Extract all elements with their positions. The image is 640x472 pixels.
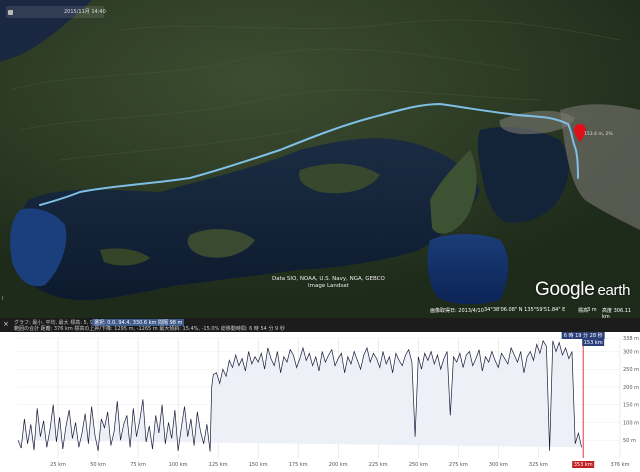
x-tick-label: 275 km (449, 462, 468, 468)
range-stats-text: 範囲の合計 距離: 376 km 標高の上昇/下降: 1295 m, -1265… (14, 326, 285, 332)
y-tick-label: 200 m (623, 385, 639, 391)
timestamp-slider[interactable]: 2015/11月 14:40 (6, 6, 106, 18)
elevation-profile-panel: × グラフ: 最小, 平均, 最大 標高: 5, 99, 338 m 選択: 0… (0, 318, 640, 472)
y-tick-label: 150 m (623, 403, 639, 409)
svg-text:353 km: 353 km (574, 462, 593, 468)
cursor-value-badge: 153 km (582, 339, 605, 346)
x-tick-label: 100 km (169, 462, 188, 468)
x-tick-label: 150 km (249, 462, 268, 468)
x-tick-label: 300 km (489, 462, 508, 468)
cursor-coordinates: 34°38'06.08" N 135°59'51.84" E (484, 307, 566, 313)
svg-text:153 km: 153 km (584, 340, 603, 346)
attribution-line-1: Data SIO, NOAA, U.S. Navy, NGA, GEBCO (272, 276, 385, 282)
elevation-value: 3 m (587, 307, 597, 313)
x-tick-label: 25 km (50, 462, 66, 468)
x-tick-label: 376 km (611, 462, 630, 468)
x-tick-label: 125 km (209, 462, 228, 468)
y-tick-label: 338 m (623, 336, 639, 342)
attribution-line-2: Image Landsat (308, 283, 349, 289)
google-earth-logo: Google earth (535, 279, 630, 301)
logo-brand: Google (535, 279, 595, 300)
cursor-time-badge: 6 時 19 分 28 秒 (561, 332, 605, 339)
x-tick-label: 175 km (289, 462, 308, 468)
x-tick-label: 325 km (529, 462, 548, 468)
map-attribution: Data SIO, NOAA, U.S. Navy, NGA, GEBCO Im… (272, 276, 385, 290)
timestamp-text: 2015/11月 14:40 (64, 9, 106, 15)
y-tick-label: 50 m (623, 438, 636, 444)
logo-product: earth (597, 282, 631, 299)
x-tick-label: 75 km (130, 462, 146, 468)
x-tick-label: 250 km (409, 462, 428, 468)
y-tick-label: 300 m (623, 349, 639, 355)
elevation-chart[interactable]: 25 km 50 km 75 km 100 km 125 km 150 km 175 km 2… (0, 332, 640, 472)
eye-altitude: 高度 306.11 km (602, 308, 632, 318)
y-tick-label: 250 m (623, 367, 639, 373)
x-tick-label: 225 km (369, 462, 388, 468)
status-bar: 画像取得日: 2013/4/10 34°38'06.08" N 135°59'5… (430, 306, 640, 318)
x-tick-label: 200 km (329, 462, 348, 468)
map-view[interactable]: 2015/11月 14:40 153.4 m, 2% Data SIO, NOA… (0, 0, 640, 318)
profile-stats-bar: × グラフ: 最小, 平均, 最大 標高: 5, 99, 338 m 選択: 0… (0, 318, 640, 332)
imagery-date: 画像取得日: 2013/4/10 (430, 308, 484, 314)
cursor-x-badge: 353 km (572, 461, 595, 468)
satellite-imagery (0, 0, 640, 318)
time-slider-handle[interactable] (8, 10, 13, 15)
x-tick-label: 50 km (90, 462, 106, 468)
placemark-label: 153.4 m, 2% (584, 132, 613, 137)
close-icon[interactable]: × (3, 320, 11, 328)
y-tick-label: 100 m (623, 420, 639, 426)
svg-text:6 時 19 分 28 秒: 6 時 19 分 28 秒 (564, 332, 603, 339)
